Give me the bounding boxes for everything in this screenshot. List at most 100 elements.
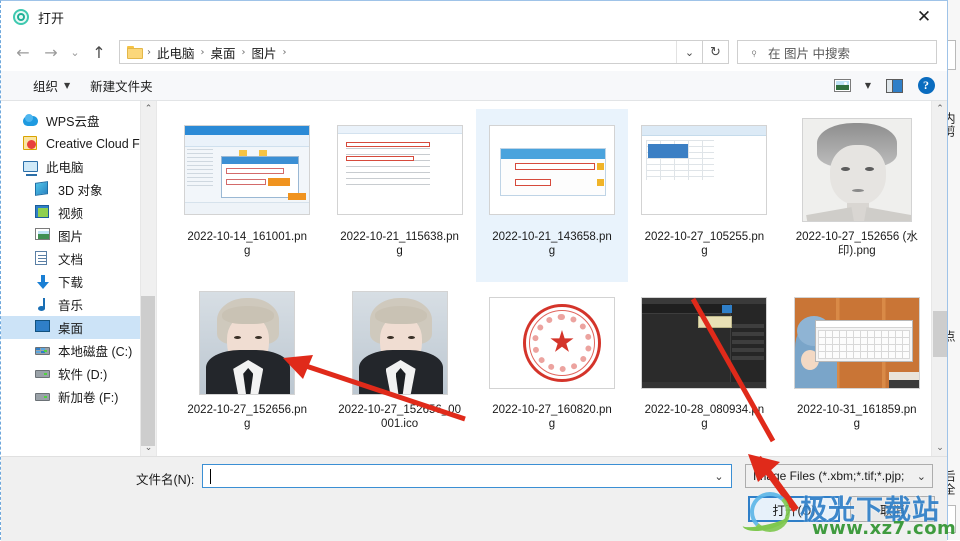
filename-label: 文件名(N):	[136, 473, 195, 487]
file-list-scroll-thumb[interactable]	[933, 311, 947, 357]
navigation-bar: ← → ⌄ ↑ › 此电脑 › 桌面 › 图片 › ⌄ ↻ ⌕ 在 图片 中搜索	[1, 33, 947, 71]
drive-icon	[35, 366, 51, 382]
scroll-up-icon[interactable]: ⌃	[141, 101, 157, 117]
drive-icon	[35, 389, 51, 405]
address-bar[interactable]: › 此电脑 › 桌面 › 图片 › ⌄	[119, 40, 703, 64]
forward-button[interactable]: →	[37, 39, 65, 65]
filename-dropdown-icon[interactable]: ⌄	[707, 465, 731, 487]
file-item[interactable]: 2022-10-21_143658.png	[475, 109, 629, 282]
close-icon[interactable]: ✕	[901, 1, 947, 33]
cloud-icon	[23, 113, 39, 129]
screenshot-spreadsheet-thumbnail	[628, 115, 780, 225]
file-item[interactable]: 2022-10-27_105255.png	[628, 109, 780, 282]
file-name-label: 2022-10-21_115638.png	[340, 231, 459, 257]
pencil-sketch-portrait-thumbnail	[781, 115, 933, 225]
address-dropdown-icon[interactable]: ⌄	[676, 41, 702, 63]
refresh-icon[interactable]: ↻	[703, 40, 729, 64]
breadcrumb-this-pc[interactable]: 此电脑	[152, 43, 200, 62]
preview-pane-button[interactable]	[879, 74, 909, 98]
file-name-label: 2022-10-21_143658.png	[492, 231, 612, 257]
file-list-scrollbar[interactable]: ⌃ ⌄	[931, 101, 947, 456]
change-view-button[interactable]	[827, 74, 857, 98]
sidebar-item-4[interactable]: 视频	[1, 201, 156, 224]
sidebar-item-3[interactable]: 3D 对象	[1, 178, 156, 201]
id-photo-portrait-thumbnail	[323, 288, 475, 398]
open-button[interactable]: 打开(O)	[748, 496, 840, 522]
dialog-titlebar: 打开 ✕	[1, 1, 947, 33]
breadcrumb-desktop[interactable]: 桌面	[206, 43, 241, 62]
sidebar-item-label: 此电脑	[46, 161, 84, 175]
search-icon: ⌕	[746, 44, 761, 59]
file-item[interactable]: 2022-10-27_152656 (水印).png	[781, 109, 933, 282]
sidebar-item-2[interactable]: 此电脑	[1, 155, 156, 178]
sidebar-item-0[interactable]: WPS云盘	[1, 109, 156, 132]
pictures-icon	[35, 227, 51, 244]
sidebar-item-label: 图片	[58, 230, 84, 244]
3d-objects-icon	[35, 180, 51, 198]
file-item[interactable]: 2022-10-14_161001.png	[171, 109, 323, 282]
sidebar-item-label: 文档	[58, 253, 84, 267]
sidebar-item-12[interactable]: 新加卷 (F:)	[1, 385, 156, 408]
chevron-down-icon: ▼	[64, 81, 71, 90]
sidebar-item-9[interactable]: 桌面	[1, 316, 156, 339]
sidebar-item-5[interactable]: 图片	[1, 224, 156, 247]
breadcrumb-pictures[interactable]: 图片	[247, 43, 282, 62]
scroll-down-icon[interactable]: ⌄	[932, 440, 947, 456]
sidebar-scroll-thumb[interactable]	[141, 296, 155, 446]
file-item[interactable]: 2022-10-28_080934.png	[628, 282, 780, 455]
sidebar-item-label: 软件 (D:)	[58, 368, 108, 382]
scroll-up-icon[interactable]: ⌃	[932, 101, 947, 117]
sidebar-list: WPS云盘 Creative Cloud Fi 此电脑 3D 对象视频图片文档下载音乐…	[1, 101, 156, 408]
file-item[interactable]: 2022-10-31_161859.png	[781, 282, 933, 455]
file-item[interactable]: 2022-10-27_152656_00001.ico	[323, 282, 475, 455]
file-item[interactable]: 2022-10-27_152656.png	[171, 282, 323, 455]
file-item[interactable]: 2022-10-21_115638.png	[323, 109, 475, 282]
file-name-label: 2022-10-27_152656 (水印).png	[795, 231, 918, 257]
breadcrumb-separator-3[interactable]: ›	[282, 47, 288, 58]
music-icon	[35, 297, 51, 313]
screenshot-document-thumbnail	[323, 115, 475, 225]
preview-pane-icon	[885, 78, 903, 93]
open-file-dialog: 打开 ✕ ← → ⌄ ↑ › 此电脑 › 桌面 › 图片 › ⌄ ↻ ⌕ 在 图…	[0, 0, 948, 541]
filename-input[interactable]: ⌄	[202, 464, 732, 488]
sidebar-item-6[interactable]: 文档	[1, 247, 156, 270]
help-icon: ?	[917, 77, 935, 94]
file-name-label: 2022-10-27_152656_00001.ico	[338, 404, 461, 430]
up-button[interactable]: ↑	[85, 39, 113, 65]
local-disk-icon	[35, 343, 51, 359]
dialog-body: WPS云盘 Creative Cloud Fi 此电脑 3D 对象视频图片文档下载音乐…	[1, 101, 947, 456]
on-screen-keyboard-thumbnail	[781, 288, 933, 398]
new-folder-label: 新建文件夹	[90, 80, 153, 94]
new-folder-button[interactable]: 新建文件夹	[80, 74, 163, 98]
chevron-down-icon: ⌄	[916, 470, 926, 483]
back-button[interactable]: ←	[9, 39, 37, 65]
sidebar-item-1[interactable]: Creative Cloud Fi	[1, 132, 156, 155]
file-item[interactable]: 2022-10-27_160820.png	[476, 282, 628, 455]
sidebar-item-label: 3D 对象	[58, 184, 103, 198]
sidebar-item-label: 下载	[58, 276, 84, 290]
documents-icon	[35, 250, 51, 267]
file-type-filter-select[interactable]: Image Files (*.xbm;*.tif;*.pjp; ⌄	[745, 464, 933, 488]
sidebar-item-11[interactable]: 软件 (D:)	[1, 362, 156, 385]
cancel-button[interactable]: 取消	[850, 496, 935, 522]
recent-locations-button[interactable]: ⌄	[65, 39, 85, 65]
file-grid: 2022-10-14_161001.png 2022-10-21_115638.p…	[157, 101, 947, 455]
organize-button[interactable]: 组织 ▼	[23, 74, 80, 98]
view-dropdown-button[interactable]: ▼	[859, 74, 877, 98]
sidebar-item-10[interactable]: 本地磁盘 (C:)	[1, 339, 156, 362]
sidebar-item-8[interactable]: 音乐	[1, 293, 156, 316]
command-bar: 组织 ▼ 新建文件夹 ▼ ?	[1, 71, 947, 101]
help-button[interactable]: ?	[911, 74, 941, 98]
sidebar-item-label: WPS云盘	[46, 115, 100, 129]
search-input[interactable]: ⌕ 在 图片 中搜索	[737, 40, 937, 64]
red-official-seal-thumbnail	[476, 288, 628, 398]
picture-view-icon	[833, 79, 851, 92]
file-name-label: 2022-10-27_160820.png	[492, 404, 612, 430]
downloads-icon	[35, 274, 51, 290]
sidebar-item-7[interactable]: 下载	[1, 270, 156, 293]
search-placeholder: 在 图片 中搜索	[768, 46, 850, 61]
file-name-label: 2022-10-31_161859.png	[796, 404, 917, 430]
sidebar-item-label: 桌面	[58, 322, 84, 336]
sidebar-item-label: 新加卷 (F:)	[58, 391, 119, 405]
file-name-label: 2022-10-27_105255.png	[644, 231, 765, 257]
